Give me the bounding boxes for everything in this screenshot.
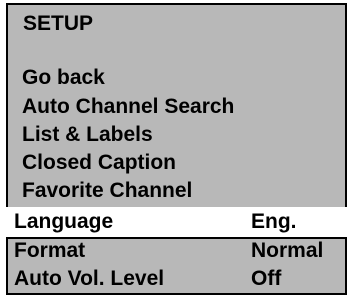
menu-item-closed-caption[interactable]: Closed Caption xyxy=(22,149,176,176)
tv-setup-menu: SETUP Go back Auto Channel Search List &… xyxy=(0,0,351,297)
format-label: Format xyxy=(14,239,86,262)
auto-vol-level-label: Auto Vol. Level xyxy=(14,267,165,290)
language-value: Eng. xyxy=(251,210,297,233)
menu-panel: SETUP Go back Auto Channel Search List &… xyxy=(6,3,347,209)
menu-item-list-labels[interactable]: List & Labels xyxy=(22,121,153,148)
menu-row-format[interactable]: Format Normal xyxy=(0,237,351,264)
auto-vol-level-value: Off xyxy=(251,267,282,290)
menu-title: SETUP xyxy=(23,12,94,35)
menu-item-auto-channel-search[interactable]: Auto Channel Search xyxy=(22,93,234,120)
menu-row-auto-vol-level[interactable]: Auto Vol. Level Off xyxy=(0,265,351,292)
language-label: Language xyxy=(14,210,114,233)
menu-row-language[interactable]: Language Eng. xyxy=(0,207,351,236)
format-value: Normal xyxy=(251,239,324,262)
menu-item-go-back[interactable]: Go back xyxy=(22,64,105,91)
menu-item-favorite-channel[interactable]: Favorite Channel xyxy=(22,177,192,204)
